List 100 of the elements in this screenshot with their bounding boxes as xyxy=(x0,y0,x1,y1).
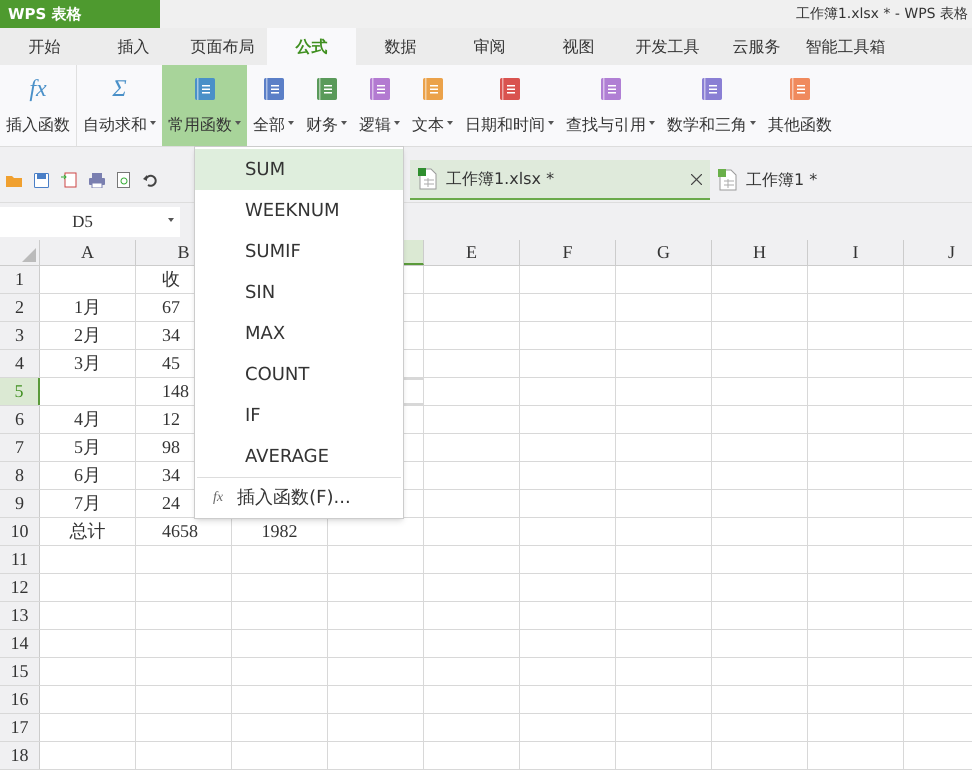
column-header[interactable]: I xyxy=(808,240,904,265)
ribbon-tab[interactable]: 页面布局 xyxy=(178,28,267,65)
column-header[interactable]: A xyxy=(40,240,136,265)
caret-icon xyxy=(168,218,174,222)
undo-icon[interactable] xyxy=(143,173,157,187)
cell-text: 45 xyxy=(162,352,180,375)
ribbon-button[interactable]: Σ 自动求和 xyxy=(77,65,162,146)
spreadsheet-file-icon xyxy=(718,169,738,191)
ribbon-button[interactable]: 文本 xyxy=(406,65,459,146)
row-header[interactable]: 9 xyxy=(0,490,40,517)
ribbon-tab[interactable]: 开发工具 xyxy=(623,28,712,65)
row-header[interactable]: 10 xyxy=(0,518,40,545)
ribbon-label: 日期和时间 xyxy=(465,114,545,136)
cell-text: 67 xyxy=(162,296,180,319)
ribbon-button[interactable]: 常用函数 xyxy=(162,65,247,146)
ribbon-label: 数学和三角 xyxy=(667,114,747,136)
row-header[interactable]: 7 xyxy=(0,434,40,461)
column-header[interactable]: F xyxy=(520,240,616,265)
ribbon-button[interactable]: 逻辑 xyxy=(353,65,406,146)
menu-item[interactable]: AVERAGE xyxy=(195,436,403,477)
menu-item[interactable]: MAX xyxy=(195,313,403,354)
row-header[interactable]: 2 xyxy=(0,294,40,321)
menu-item[interactable]: SIN xyxy=(195,272,403,313)
menu-item[interactable]: SUM xyxy=(195,149,403,190)
column-header[interactable]: J xyxy=(904,240,972,265)
ribbon-button[interactable]: 数学和三角 xyxy=(661,65,762,146)
function-icon: Σ xyxy=(112,74,127,102)
ribbon-button[interactable]: fx 插入函数 xyxy=(0,65,77,146)
ribbon-button[interactable]: 日期和时间 xyxy=(459,65,560,146)
column-header[interactable]: H xyxy=(712,240,808,265)
document-tab-label: 工作簿1 * xyxy=(746,169,818,191)
cell-text: 34 xyxy=(162,464,180,487)
ribbon-label: 插入函数 xyxy=(6,114,70,136)
menu-item[interactable]: fx 插入函数(F)... xyxy=(195,478,403,516)
ribbon-tab[interactable]: 数据 xyxy=(356,28,445,65)
spreadsheet-file-icon xyxy=(418,168,438,190)
row-header[interactable]: 4 xyxy=(0,350,40,377)
cell-text: 7月 xyxy=(74,492,101,515)
row-header[interactable]: 13 xyxy=(0,602,40,629)
cell-text: 12 xyxy=(162,408,180,431)
name-box[interactable]: D5 xyxy=(0,206,180,236)
close-icon[interactable] xyxy=(691,174,702,184)
row-header[interactable]: 1 xyxy=(0,266,40,293)
cell-text: 1982 xyxy=(262,520,298,543)
cell-text: 2月 xyxy=(74,324,101,347)
cell-text: 收 xyxy=(162,268,180,291)
ribbon-tab[interactable]: 审阅 xyxy=(445,28,534,65)
window-title: 工作簿1.xlsx * - WPS 表格 xyxy=(796,4,969,24)
export-icon[interactable] xyxy=(61,172,77,188)
cell-text: 98 xyxy=(162,436,180,459)
menu-item[interactable]: WEEKNUM xyxy=(195,190,403,231)
ribbon-label: 常用函数 xyxy=(168,114,232,136)
cell-text: 24 xyxy=(162,492,180,515)
ribbon-button[interactable]: 查找与引用 xyxy=(560,65,661,146)
ribbon-tab[interactable]: 视图 xyxy=(534,28,623,65)
print-icon[interactable] xyxy=(89,172,105,188)
ribbon-label: 逻辑 xyxy=(359,114,391,136)
row-header[interactable]: 3 xyxy=(0,322,40,349)
column-header[interactable]: E xyxy=(424,240,520,265)
cell-text: 3月 xyxy=(74,352,101,375)
ribbon-label: 全部 xyxy=(253,114,285,136)
function-icon: fx xyxy=(213,486,224,508)
row-header[interactable]: 18 xyxy=(0,742,40,769)
print-preview-icon[interactable] xyxy=(117,172,131,188)
ribbon-button[interactable]: 财务 xyxy=(300,65,353,146)
row-header[interactable]: 8 xyxy=(0,462,40,489)
ribbon-tab[interactable]: 开始 xyxy=(0,28,89,65)
document-tab[interactable]: 工作簿1.xlsx * xyxy=(410,160,710,200)
row-header[interactable]: 15 xyxy=(0,658,40,685)
function-icon: fx xyxy=(29,74,47,102)
ribbon-label: 财务 xyxy=(306,114,338,136)
document-tab-label: 工作簿1.xlsx * xyxy=(446,168,556,190)
row-header[interactable]: 14 xyxy=(0,630,40,657)
ribbon-button[interactable]: 全部 xyxy=(247,65,300,146)
ribbon-tab[interactable]: 插入 xyxy=(89,28,178,65)
app-menu-button[interactable]: WPS 表格 xyxy=(0,0,160,28)
menu-item[interactable]: COUNT xyxy=(195,354,403,395)
menu-item[interactable]: IF xyxy=(195,395,403,436)
menu-item-label: 插入函数(F)... xyxy=(237,486,351,510)
ribbon-tab[interactable]: 公式 xyxy=(267,28,356,65)
document-tab[interactable]: 工作簿1 * xyxy=(710,160,950,200)
save-icon[interactable] xyxy=(34,172,49,188)
ribbon-label: 自动求和 xyxy=(83,114,147,136)
cell-text: 总计 xyxy=(70,520,106,543)
ribbon-button[interactable]: 其他函数 xyxy=(762,65,838,146)
cell-text: 6月 xyxy=(74,464,101,487)
row-header[interactable]: 17 xyxy=(0,714,40,741)
row-header[interactable]: 16 xyxy=(0,686,40,713)
column-header[interactable]: G xyxy=(616,240,712,265)
ribbon-tab[interactable]: 云服务 xyxy=(712,28,801,65)
row-header[interactable]: 11 xyxy=(0,546,40,573)
row-header[interactable]: 12 xyxy=(0,574,40,601)
ribbon-label: 其他函数 xyxy=(768,114,832,136)
cell-text: 5月 xyxy=(74,436,101,459)
ribbon-label: 文本 xyxy=(412,114,444,136)
cell-text: 34 xyxy=(162,324,180,347)
cell-text: 4658 xyxy=(162,520,198,543)
row-header[interactable]: 6 xyxy=(0,406,40,433)
ribbon-tab[interactable]: 智能工具箱 xyxy=(801,28,890,65)
ribbon-label: 查找与引用 xyxy=(566,114,646,136)
